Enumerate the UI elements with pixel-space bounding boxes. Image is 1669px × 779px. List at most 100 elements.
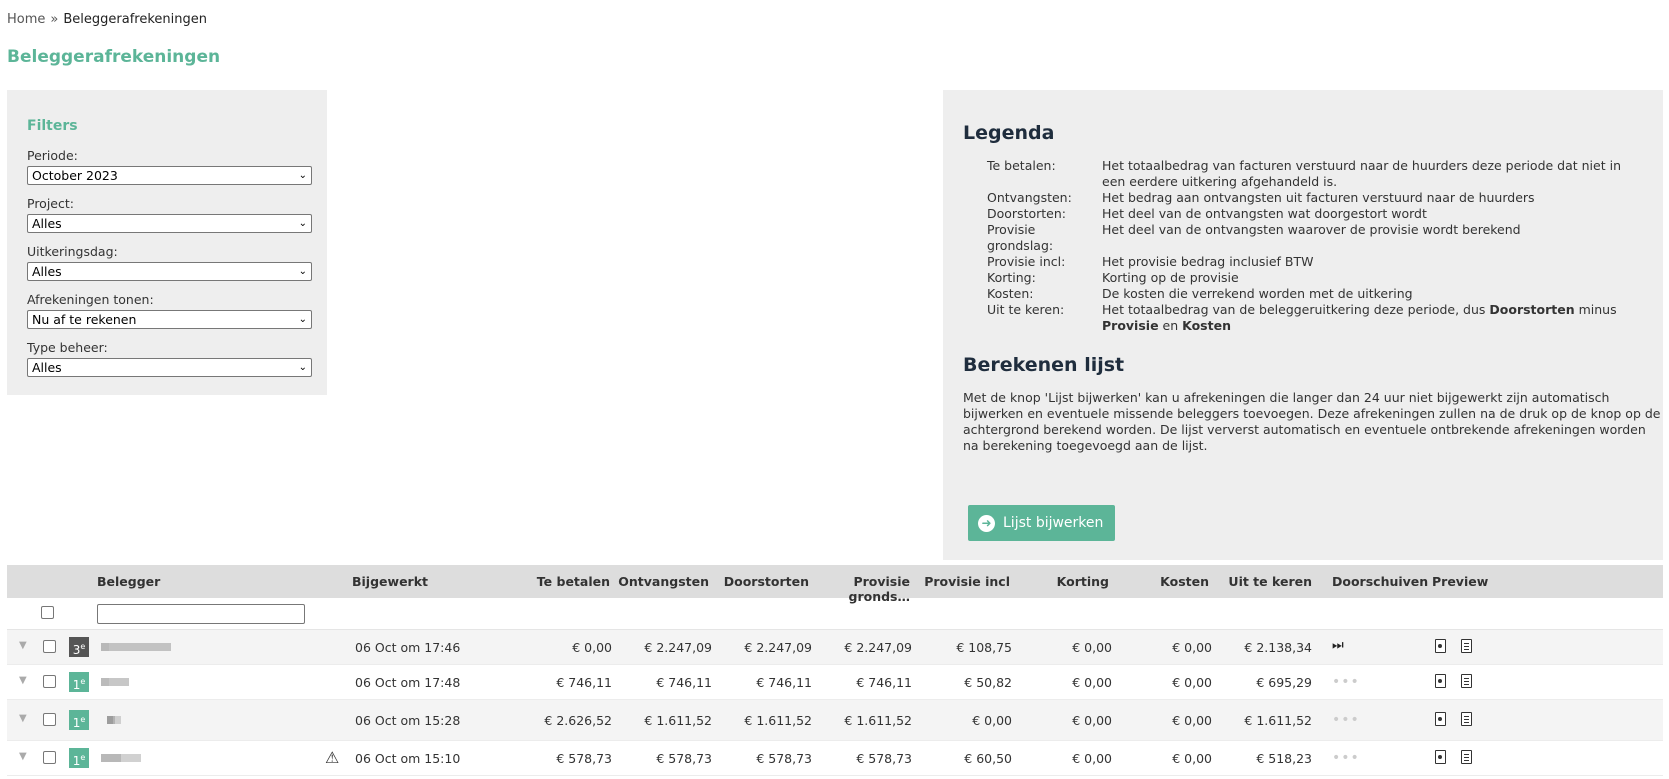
document-icon[interactable] [1461, 750, 1472, 764]
doorstorten-cell: € 2.247,09 [744, 640, 812, 655]
col-header-belegger[interactable]: Belegger [97, 574, 160, 589]
more-dots-icon[interactable]: ••• [1332, 712, 1360, 728]
redacted-block [101, 678, 129, 686]
periode-select-value: October 2023 [32, 168, 118, 183]
bijgewerkt-cell: 06 Oct om 15:10 [355, 751, 461, 766]
calc-title: Berekenen lijst [963, 354, 1125, 376]
redacted-block [101, 754, 141, 762]
legend-term: Ontvangsten: [987, 190, 1072, 205]
expand-row-icon[interactable]: ▼ [19, 675, 27, 686]
te-betalen-cell: € 2.626,52 [544, 713, 612, 728]
doorstorten-cell: € 1.611,52 [744, 713, 812, 728]
ontvangsten-cell: € 746,11 [656, 675, 712, 690]
korting-cell: € 0,00 [1072, 751, 1112, 766]
col-header-kosten[interactable]: Kosten [1112, 574, 1209, 589]
col-header-te-betalen[interactable]: Te betalen [497, 574, 610, 589]
bijgewerkt-cell: 06 Oct om 15:28 [355, 713, 461, 728]
chevron-down-icon: ⌄ [298, 266, 307, 277]
doorstorten-cell: € 578,73 [756, 751, 812, 766]
type-beheer-select[interactable]: Alles ⌄ [27, 358, 312, 377]
col-header-doorschuiven[interactable]: Doorschuiven [1332, 574, 1428, 589]
row-checkbox[interactable] [43, 675, 56, 688]
row-checkbox[interactable] [43, 713, 56, 726]
status-badge: 1e [69, 748, 89, 768]
provisie-grondslag-cell: € 578,73 [856, 751, 912, 766]
periode-select[interactable]: October 2023 ⌄ [27, 166, 312, 185]
select-all-checkbox[interactable] [41, 606, 54, 619]
pdf-icon[interactable] [1435, 674, 1446, 688]
legend-desc-bold: Provisie [1102, 318, 1159, 333]
filters-panel: Filters Periode: October 2023 ⌄ Project: … [7, 90, 327, 395]
fast-forward-icon[interactable]: ⏭ [1332, 638, 1344, 653]
legend-panel: Legenda Te betalen: Het totaalbedrag van … [943, 90, 1663, 560]
table-row[interactable]: ▼ 1e ⚠ 06 Oct om 15:10 € 578,73 € 578,73… [7, 741, 1663, 776]
legend-desc: Het bedrag aan ontvangsten uit facturen … [1102, 190, 1535, 205]
project-select[interactable]: Alles ⌄ [27, 214, 312, 233]
pdf-icon[interactable] [1435, 712, 1446, 726]
legend-desc-bold: Doorstorten [1489, 302, 1575, 317]
expand-row-icon[interactable]: ▼ [19, 713, 27, 724]
breadcrumb: Home » Beleggerafrekeningen [7, 12, 207, 27]
document-icon[interactable] [1461, 674, 1472, 688]
col-header-uit-te-keren[interactable]: Uit te keren [1212, 574, 1312, 589]
legend-desc: De kosten die verrekend worden met de ui… [1102, 286, 1413, 301]
uitkeringsdag-select[interactable]: Alles ⌄ [27, 262, 312, 281]
legend-term: Uit te keren: [987, 302, 1065, 317]
expand-row-icon[interactable]: ▼ [19, 640, 27, 651]
row-checkbox[interactable] [43, 751, 56, 764]
legend-desc-part: Het totaalbedrag van de beleggeruitkerin… [1102, 302, 1490, 317]
status-badge: 1e [69, 672, 89, 692]
expand-row-icon[interactable]: ▼ [19, 751, 27, 762]
belegger-filter-input[interactable] [97, 604, 305, 624]
page-title: Beleggerafrekeningen [7, 47, 221, 67]
legend-desc: Korting op de provisie [1102, 270, 1239, 285]
col-header-bijgewerkt[interactable]: Bijgewerkt [352, 574, 428, 589]
document-icon[interactable] [1461, 712, 1472, 726]
provisie-grondslag-cell: € 2.247,09 [844, 640, 912, 655]
kosten-cell: € 0,00 [1172, 640, 1212, 655]
pdf-icon[interactable] [1435, 750, 1446, 764]
provisie-incl-cell: € 0,00 [972, 713, 1012, 728]
korting-cell: € 0,00 [1072, 713, 1112, 728]
legend-desc-part: en [1158, 318, 1183, 333]
breadcrumb-separator: » [50, 12, 59, 27]
col-header-korting[interactable]: Korting [1012, 574, 1109, 589]
col-header-ontvangsten[interactable]: Ontvangsten [617, 574, 709, 589]
uit-te-keren-cell: € 695,29 [1256, 675, 1312, 690]
refresh-list-button[interactable]: ➜ Lijst bijwerken [968, 505, 1116, 541]
project-select-value: Alles [32, 216, 62, 231]
te-betalen-cell: € 746,11 [556, 675, 612, 690]
afrekeningen-select[interactable]: Nu af te rekenen ⌄ [27, 310, 312, 329]
status-badge: 3e [69, 637, 89, 657]
col-header-preview[interactable]: Preview [1432, 574, 1488, 589]
bijgewerkt-cell: 06 Oct om 17:48 [355, 675, 461, 690]
legend-term: Te betalen: [987, 158, 1056, 173]
legend-desc: Het totaalbedrag van de beleggeruitkerin… [1102, 302, 1642, 334]
uit-te-keren-cell: € 518,23 [1256, 751, 1312, 766]
breadcrumb-home-link[interactable]: Home [7, 12, 45, 27]
table-row[interactable]: ▼ 3e 06 Oct om 17:46 € 0,00 € 2.247,09 €… [7, 630, 1663, 665]
uitkeringsdag-select-value: Alles [32, 264, 62, 279]
legend-table: Te betalen: Het totaalbedrag van facturen… [987, 158, 1642, 334]
more-dots-icon[interactable]: ••• [1332, 750, 1360, 766]
table-header: Belegger Bijgewerkt Te betalen Ontvangst… [7, 565, 1663, 604]
document-icon[interactable] [1461, 639, 1472, 653]
settlements-table: Belegger Bijgewerkt Te betalen Ontvangst… [7, 565, 1663, 776]
chevron-down-icon: ⌄ [298, 218, 307, 229]
legend-term: Provisie incl: [987, 254, 1066, 269]
provisie-incl-cell: € 60,50 [964, 751, 1012, 766]
table-row[interactable]: ▼ 1e 06 Oct om 17:48 € 746,11 € 746,11 €… [7, 665, 1663, 700]
legend-desc-part: minus [1574, 302, 1617, 317]
table-row[interactable]: ▼ 1e 06 Oct om 15:28 € 2.626,52 € 1.611,… [7, 700, 1663, 741]
pdf-icon[interactable] [1435, 639, 1446, 653]
ontvangsten-cell: € 1.611,52 [644, 713, 712, 728]
kosten-cell: € 0,00 [1172, 751, 1212, 766]
table-filter-row [7, 598, 1663, 630]
col-header-provisie-incl[interactable]: Provisie incl [912, 574, 1010, 589]
legend-term: Doorstorten: [987, 206, 1066, 221]
col-header-doorstorten[interactable]: Doorstorten [717, 574, 809, 589]
more-dots-icon[interactable]: ••• [1332, 674, 1360, 690]
filter-label-afrekeningen: Afrekeningen tonen: [27, 292, 154, 307]
korting-cell: € 0,00 [1072, 640, 1112, 655]
row-checkbox[interactable] [43, 640, 56, 653]
